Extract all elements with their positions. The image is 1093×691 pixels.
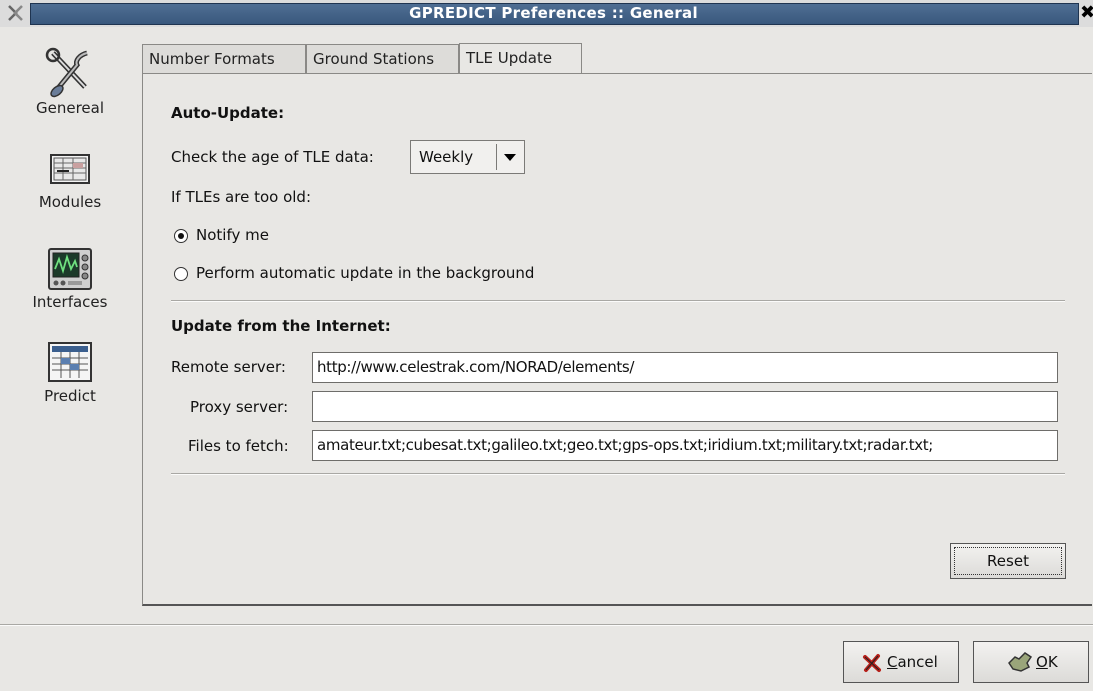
window-menu-icon[interactable] — [5, 3, 27, 23]
sidebar-item-label: Interfaces — [32, 293, 108, 311]
files-to-fetch-input[interactable]: amateur.txt;cubesat.txt;galileo.txt;geo.… — [312, 430, 1058, 461]
title-bar[interactable]: GPREDICT Preferences :: General ✖ — [0, 0, 1093, 27]
sidebar-item-label: Modules — [38, 193, 102, 211]
chevron-down-icon — [504, 154, 516, 161]
cancel-button[interactable]: Cancel — [843, 641, 959, 683]
tab-number-formats[interactable]: Number Formats — [142, 44, 306, 73]
dialog-separator — [0, 624, 1093, 626]
tools-icon — [0, 47, 140, 99]
section-separator — [171, 300, 1065, 302]
sidebar-item-interfaces[interactable]: Interfaces — [0, 247, 140, 311]
remote-server-label: Remote server: — [171, 358, 286, 376]
internet-heading: Update from the Internet: — [171, 317, 391, 335]
close-icon[interactable]: ✖ — [1080, 2, 1093, 24]
cancel-icon — [862, 653, 882, 677]
sidebar-item-modules[interactable]: Modules — [0, 153, 140, 211]
focus-ring — [954, 547, 1062, 575]
check-age-label: Check the age of TLE data: — [171, 148, 374, 166]
sidebar-item-label: Genereal — [35, 99, 104, 117]
sidebar: Genereal Modules Interfaces Predict — [0, 27, 140, 607]
sidebar-item-predict[interactable]: Predict — [0, 341, 140, 405]
files-to-fetch-label: Files to fetch: — [188, 437, 289, 455]
tab-ground-stations[interactable]: Ground Stations — [306, 44, 459, 73]
interfaces-icon — [0, 247, 140, 291]
predict-icon — [0, 341, 140, 383]
ok-hand-icon — [1007, 651, 1033, 677]
check-age-combo[interactable]: Weekly — [410, 140, 525, 174]
sidebar-item-general[interactable]: Genereal — [0, 47, 140, 117]
combo-divider — [496, 144, 497, 170]
section-separator — [171, 473, 1065, 475]
too-old-label: If TLEs are too old: — [171, 188, 312, 206]
radio-selected-icon — [174, 229, 188, 243]
modules-icon — [0, 153, 140, 187]
proxy-server-input[interactable] — [312, 391, 1058, 422]
cancel-label: Cancel — [887, 653, 938, 671]
check-age-value: Weekly — [419, 148, 474, 166]
remote-server-input[interactable]: http://www.celestrak.com/NORAD/elements/ — [312, 352, 1058, 383]
auto-update-label: Perform automatic update in the backgrou… — [196, 264, 535, 282]
window-title: GPREDICT Preferences :: General — [409, 4, 698, 22]
ok-button[interactable]: OK — [973, 641, 1089, 683]
auto-update-heading: Auto-Update: — [171, 104, 285, 122]
sidebar-item-label: Predict — [44, 387, 96, 405]
radio-unselected-icon — [174, 267, 188, 281]
notify-me-label: Notify me — [196, 226, 269, 244]
proxy-server-label: Proxy server: — [190, 398, 289, 416]
reset-button[interactable]: Reset — [950, 543, 1066, 579]
ok-label: OK — [1036, 653, 1058, 671]
tab-tle-update[interactable]: TLE Update — [459, 43, 582, 74]
